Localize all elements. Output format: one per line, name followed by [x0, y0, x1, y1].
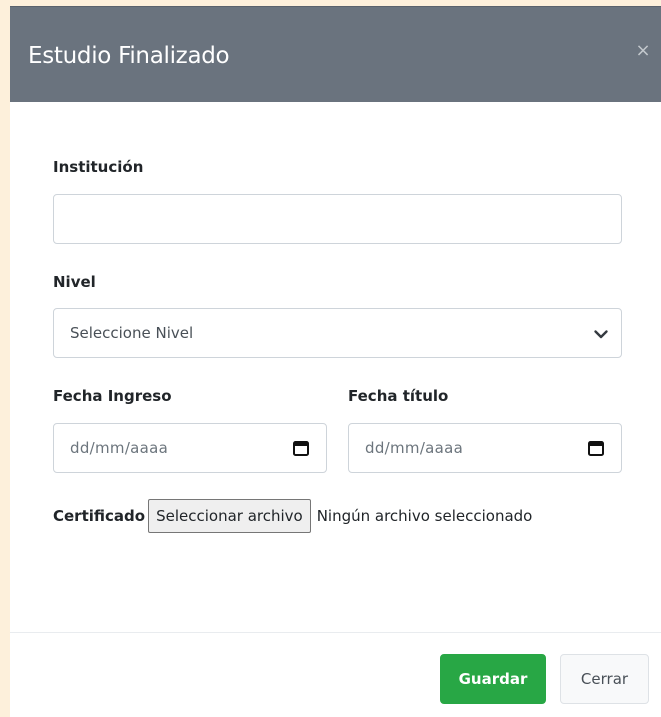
fecha-titulo-label: Fecha título	[348, 387, 449, 405]
fecha-ingreso-value: dd/mm/aaaa	[70, 439, 169, 457]
nivel-select[interactable]: Seleccione Nivel	[53, 308, 622, 358]
certificado-row: Certificado Seleccionar archivo Ningún a…	[53, 498, 532, 534]
file-status-text: Ningún archivo seleccionado	[316, 507, 533, 525]
modal-header: Estudio Finalizado ×	[10, 6, 661, 102]
modal-title: Estudio Finalizado	[28, 43, 230, 69]
save-button[interactable]: Guardar	[440, 654, 546, 704]
footer-divider	[10, 632, 661, 633]
fecha-ingreso-label: Fecha Ingreso	[53, 387, 172, 405]
calendar-icon[interactable]	[587, 439, 605, 457]
close-button[interactable]: Cerrar	[560, 654, 649, 704]
chevron-down-icon	[594, 330, 608, 339]
nivel-select-value: Seleccione Nivel	[70, 324, 194, 342]
nivel-label: Nivel	[53, 273, 96, 291]
institucion-label: Institución	[53, 158, 144, 176]
calendar-icon[interactable]	[292, 439, 310, 457]
fecha-titulo-input[interactable]: dd/mm/aaaa	[348, 423, 622, 473]
institucion-input[interactable]	[53, 194, 622, 244]
select-file-button[interactable]: Seleccionar archivo	[148, 499, 311, 533]
modal-dialog: Estudio Finalizado × Institución Nivel S…	[10, 6, 661, 717]
close-icon[interactable]: ×	[633, 41, 653, 61]
fecha-titulo-value: dd/mm/aaaa	[365, 439, 464, 457]
certificado-label: Certificado	[53, 507, 146, 525]
fecha-ingreso-input[interactable]: dd/mm/aaaa	[53, 423, 327, 473]
